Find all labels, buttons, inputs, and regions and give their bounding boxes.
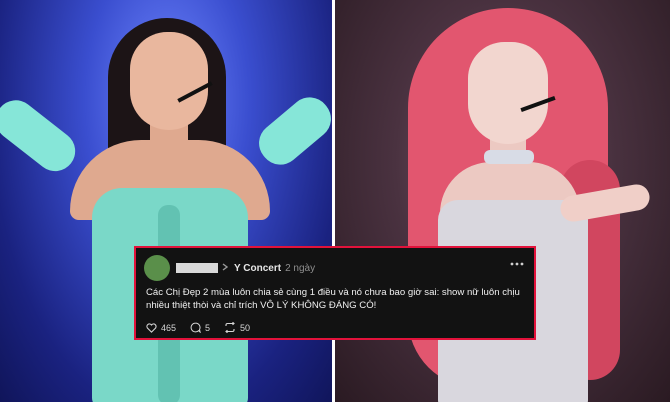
comment-icon xyxy=(190,322,201,333)
comment-button[interactable]: 5 xyxy=(190,322,210,333)
repost-icon xyxy=(224,322,236,333)
username-redacted[interactable] xyxy=(176,263,218,273)
timestamp: 2 ngày xyxy=(285,262,316,274)
like-count: 465 xyxy=(161,322,177,333)
choker-necklace xyxy=(484,150,534,164)
post-header: Y Concert 2 ngày xyxy=(144,255,315,281)
post-actions: 465 5 50 xyxy=(146,322,250,333)
comment-card: Y Concert 2 ngày Các Chị Đẹp 2 mùa luôn … xyxy=(134,246,536,340)
thumbnail: Y Concert 2 ngày Các Chị Đẹp 2 mùa luôn … xyxy=(0,0,670,402)
ellipsis-icon[interactable] xyxy=(510,258,524,269)
left-performer-face xyxy=(130,32,208,130)
comment-count: 5 xyxy=(205,322,211,333)
avatar[interactable] xyxy=(144,255,170,281)
heart-icon xyxy=(146,322,157,333)
chevron-right-icon xyxy=(222,263,229,273)
like-button[interactable]: 465 xyxy=(146,323,176,333)
share-count: 50 xyxy=(240,322,251,333)
share-button[interactable]: 50 xyxy=(224,322,250,333)
photo-divider xyxy=(332,0,335,402)
right-performer-face xyxy=(468,42,548,144)
post-text: Các Chị Đẹp 2 mùa luôn chia sẻ cùng 1 đi… xyxy=(146,287,520,311)
group-name[interactable]: Y Concert xyxy=(234,263,281,274)
